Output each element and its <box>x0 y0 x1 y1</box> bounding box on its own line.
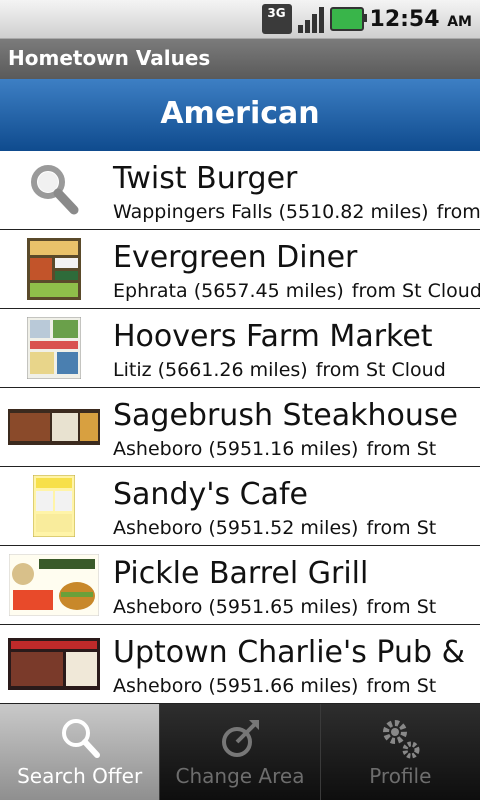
offer-location: Asheboro (5951.66 miles) from St <box>113 675 436 697</box>
list-item[interactable]: Pickle Barrel Grill Asheboro (5951.65 mi… <box>0 546 480 625</box>
offer-distance: Asheboro (5951.16 miles) <box>113 438 359 460</box>
offer-from: from <box>436 201 480 223</box>
offer-location: Ephrata (5657.45 miles) from St Cloud <box>113 280 480 302</box>
list-item[interactable]: Hoovers Farm Market Litiz (5661.26 miles… <box>0 309 480 388</box>
coupon-thumbnail-image <box>8 475 100 537</box>
offer-distance: Ephrata (5657.45 miles) <box>113 280 344 302</box>
app-title-bar: Hometown Values <box>0 39 480 79</box>
offer-name: Evergreen Diner <box>113 240 358 275</box>
tab-search-offer[interactable]: Search Offer <box>0 704 160 800</box>
bottom-tab-bar: Search Offer Change Area Profile <box>0 704 480 800</box>
offer-from: from St <box>366 517 437 539</box>
coupon-thumbnail-image <box>8 554 100 616</box>
network-3g-icon: 3G <box>261 4 292 34</box>
offer-name: Hoovers Farm Market <box>113 319 433 354</box>
offer-location: Asheboro (5951.52 miles) from St <box>113 517 436 539</box>
category-title: American <box>160 96 320 131</box>
list-item[interactable]: Sandy's Cafe Asheboro (5951.52 miles) fro… <box>0 467 480 546</box>
list-item[interactable]: Uptown Charlie's Pub & Asheboro (5951.66… <box>0 625 480 704</box>
clock-ampm: AM <box>447 13 472 30</box>
offer-distance: Litiz (5661.26 miles) <box>113 359 308 381</box>
offer-from: from St <box>366 596 437 618</box>
search-icon <box>55 714 105 764</box>
coupon-thumbnail-image <box>8 238 100 300</box>
offer-name: Uptown Charlie's Pub & <box>113 635 465 670</box>
coupon-thumbnail-image <box>8 633 100 695</box>
offer-from: from St <box>366 438 437 460</box>
offer-distance: Asheboro (5951.52 miles) <box>113 517 359 539</box>
coupon-thumbnail-image <box>8 396 100 458</box>
compass-icon <box>215 714 265 764</box>
offer-name: Sagebrush Steakhouse <box>113 398 458 433</box>
offer-location: Asheboro (5951.16 miles) from St <box>113 438 436 460</box>
offer-location: Asheboro (5951.65 miles) from St <box>113 596 436 618</box>
signal-icon <box>297 5 324 33</box>
list-item[interactable]: Sagebrush Steakhouse Asheboro (5951.16 m… <box>0 388 480 467</box>
offer-name: Sandy's Cafe <box>113 477 308 512</box>
offer-name: Pickle Barrel Grill <box>113 556 369 591</box>
tab-label: Change Area <box>175 764 305 788</box>
gear-icon <box>375 714 425 764</box>
offer-from: from St Cloud <box>315 359 446 381</box>
battery-icon <box>329 7 367 31</box>
offer-name: Twist Burger <box>113 161 298 196</box>
clock-time: 12:54 <box>369 6 440 32</box>
offer-from: from St <box>366 675 437 697</box>
coupon-thumbnail-image <box>8 317 100 379</box>
tab-profile[interactable]: Profile <box>319 704 480 800</box>
offer-location: Wappingers Falls (5510.82 miles) from <box>113 201 480 223</box>
offer-from: from St Cloud <box>351 280 480 302</box>
category-header: American <box>0 79 480 151</box>
tab-label: Search Offer <box>17 764 143 788</box>
tab-change-area[interactable]: Change Area <box>159 704 320 800</box>
clock: 12:54 AM <box>370 7 472 32</box>
offer-distance: Asheboro (5951.65 miles) <box>113 596 359 618</box>
search-icon <box>8 159 100 221</box>
list-item[interactable]: Twist Burger Wappingers Falls (5510.82 m… <box>0 151 480 230</box>
offer-location: Litiz (5661.26 miles) from St Cloud <box>113 359 446 381</box>
status-bar: 3G 12:54 AM <box>0 0 480 39</box>
offer-distance: Wappingers Falls (5510.82 miles) <box>113 201 429 223</box>
tab-label: Profile <box>369 764 432 788</box>
offer-distance: Asheboro (5951.66 miles) <box>113 675 359 697</box>
app-title: Hometown Values <box>8 46 211 70</box>
network-type: 3G <box>267 6 286 20</box>
list-item[interactable]: Evergreen Diner Ephrata (5657.45 miles) f… <box>0 230 480 309</box>
offer-list[interactable]: Twist Burger Wappingers Falls (5510.82 m… <box>0 151 480 704</box>
